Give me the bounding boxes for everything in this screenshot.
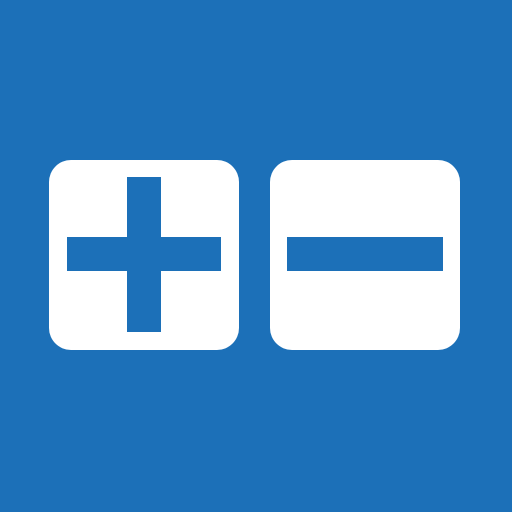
app-icon-canvas bbox=[0, 0, 512, 512]
minus-button[interactable] bbox=[270, 160, 460, 350]
minus-icon bbox=[287, 237, 443, 271]
plus-icon-vertical-bar bbox=[127, 177, 161, 332]
plus-button[interactable] bbox=[49, 160, 239, 350]
